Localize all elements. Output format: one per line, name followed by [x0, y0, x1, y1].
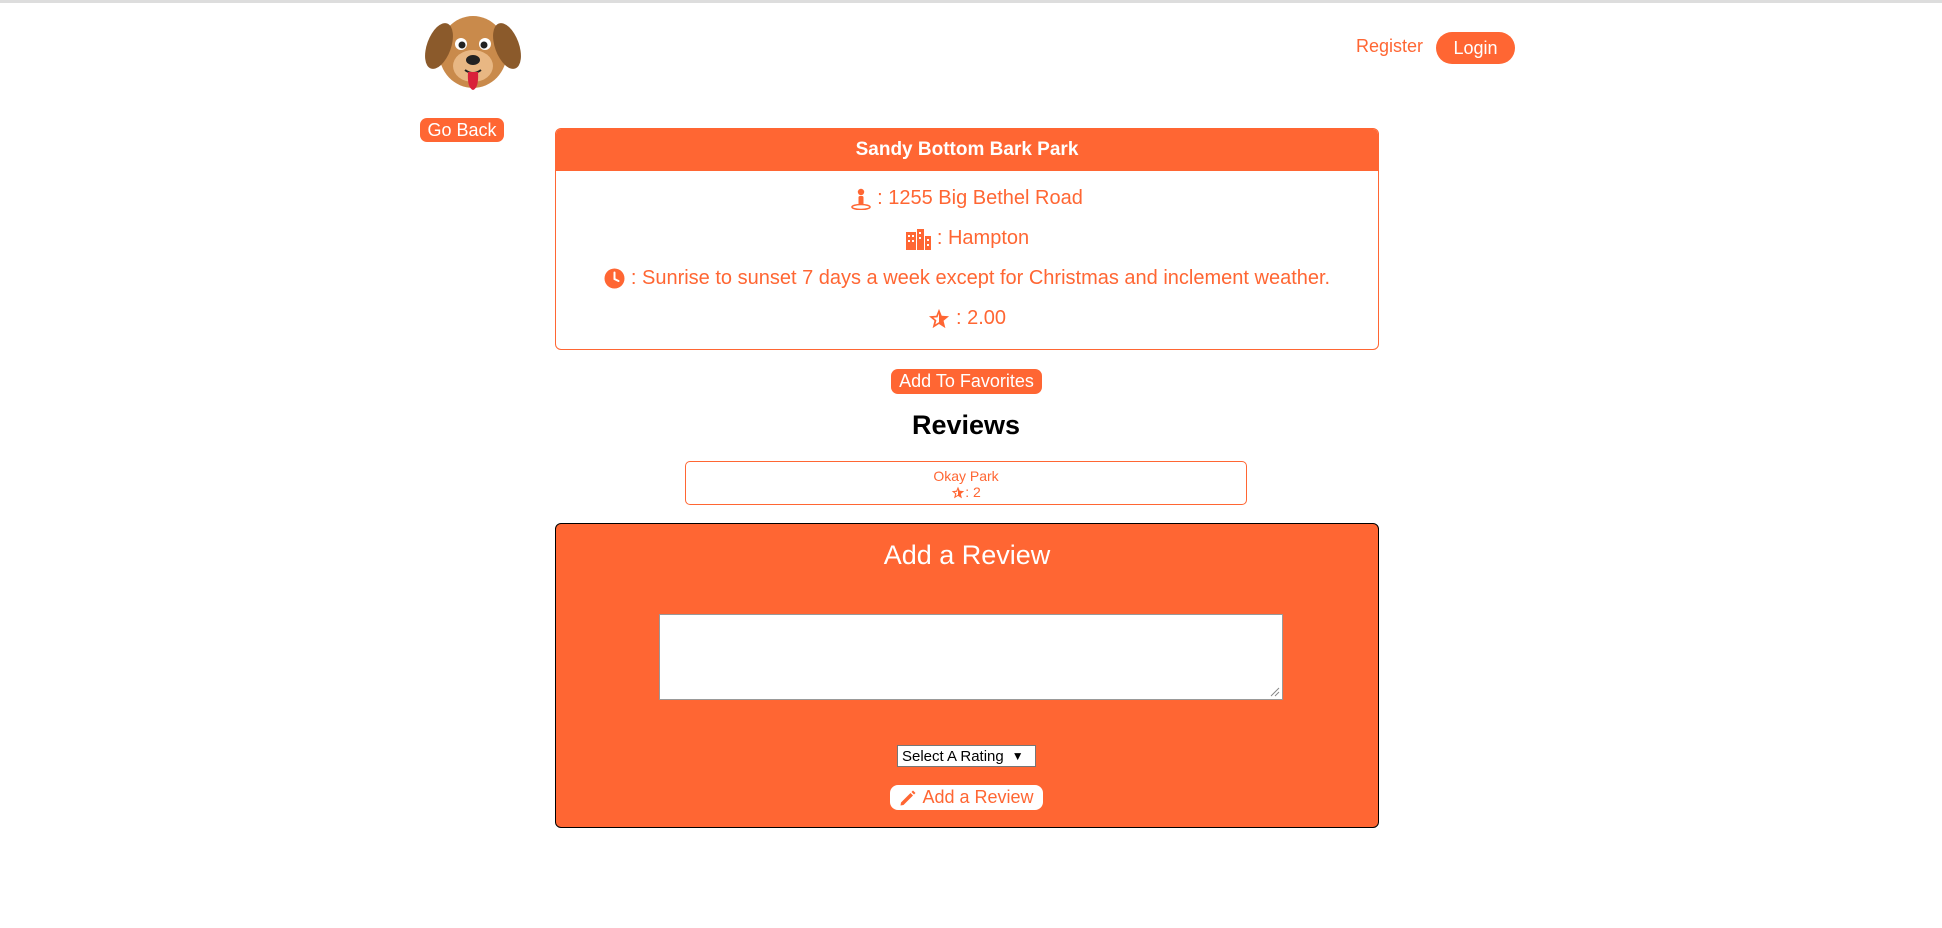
pencil-icon: [900, 790, 916, 805]
register-link[interactable]: Register: [1356, 36, 1423, 57]
star-icon: [951, 486, 965, 498]
review-item: Okay Park : 2: [685, 461, 1247, 505]
review-rating-row: : 2: [686, 484, 1246, 500]
park-city-row: : Hampton: [556, 227, 1378, 250]
park-name: Sandy Bottom Bark Park: [556, 129, 1378, 171]
park-rating-row: : 2.00: [556, 307, 1378, 330]
reviews-heading: Reviews: [911, 410, 1021, 440]
add-review-button[interactable]: Add a Review: [890, 785, 1043, 810]
city-icon: [905, 228, 931, 250]
dog-logo-icon[interactable]: [425, 8, 521, 94]
park-address: : 1255 Big Bethel Road: [877, 187, 1083, 209]
park-info-card: Sandy Bottom Bark Park : 1255 Big Bethel…: [555, 128, 1379, 350]
review-textarea[interactable]: [659, 614, 1283, 700]
review-title: Okay Park: [933, 468, 999, 484]
top-border: [0, 0, 1942, 3]
location-pin-icon: [851, 188, 871, 210]
park-hours-row: : Sunrise to sunset 7 days a week except…: [556, 267, 1378, 290]
rating-select-value: Select A Rating: [902, 747, 1004, 765]
star-icon: [928, 308, 950, 329]
park-rating: : 2.00: [955, 307, 1007, 329]
go-back-button[interactable]: Go Back: [420, 118, 504, 142]
login-button[interactable]: Login: [1436, 32, 1515, 64]
resize-grip-icon[interactable]: [1268, 685, 1280, 697]
chevron-down-icon: ▼: [1011, 749, 1024, 763]
clock-icon: [604, 268, 625, 289]
park-address-row: : 1255 Big Bethel Road: [556, 187, 1378, 210]
add-review-panel: Add a Review Select A Rating ▼ Add a Rev…: [555, 523, 1379, 828]
park-hours: : Sunrise to sunset 7 days a week except…: [630, 267, 1331, 289]
review-rating: : 2: [965, 484, 981, 500]
add-review-button-label: Add a Review: [922, 787, 1034, 807]
rating-select[interactable]: Select A Rating ▼: [897, 745, 1036, 767]
add-to-favorites-button[interactable]: Add To Favorites: [891, 369, 1042, 394]
add-review-heading: Add a Review: [883, 540, 1051, 570]
park-city: : Hampton: [936, 227, 1030, 249]
